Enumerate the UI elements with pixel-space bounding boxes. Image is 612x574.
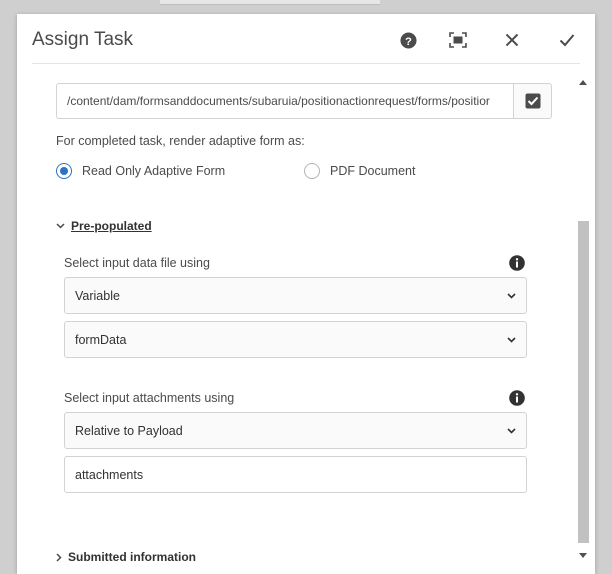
radio-label: Read Only Adaptive Form xyxy=(82,164,226,178)
chevron-down-icon xyxy=(507,427,516,434)
close-icon xyxy=(505,33,519,47)
info-icon[interactable] xyxy=(509,255,525,271)
svg-text:?: ? xyxy=(405,35,412,47)
chevron-down-icon xyxy=(507,336,516,343)
help-button[interactable]: ? xyxy=(395,27,421,53)
radio-label: PDF Document xyxy=(330,164,416,178)
done-button[interactable] xyxy=(554,27,580,53)
background-panel xyxy=(160,0,380,5)
fullscreen-icon xyxy=(449,32,467,48)
chevron-down-icon xyxy=(507,292,516,299)
submitted-info-label: Submitted information xyxy=(68,550,196,562)
attachments-mode-select[interactable]: Relative to Payload xyxy=(64,412,527,449)
scroll-up-arrow-icon[interactable] xyxy=(579,80,587,85)
form-path-input[interactable]: /content/dam/formsanddocuments/subaruia/… xyxy=(56,83,513,119)
prepopulated-label: Pre-populated xyxy=(71,219,152,233)
attachments-label: Select input attachments using xyxy=(64,391,235,405)
dialog-title: Assign Task xyxy=(32,29,134,50)
fullscreen-button[interactable] xyxy=(445,27,471,53)
chevron-down-icon xyxy=(56,223,65,229)
data-file-label: Select input data file using xyxy=(64,256,210,270)
radio-button[interactable] xyxy=(56,163,72,179)
chevron-right-icon xyxy=(56,552,62,562)
radio-read-only-form[interactable]: Read Only Adaptive Form xyxy=(56,163,225,179)
close-button[interactable] xyxy=(499,27,525,53)
path-browse-button[interactable] xyxy=(513,83,552,119)
help-icon: ? xyxy=(399,31,417,49)
select-value: Relative to Payload xyxy=(75,423,183,438)
radio-button[interactable] xyxy=(304,163,320,179)
scroll-down-arrow-icon[interactable] xyxy=(579,553,587,558)
dialog-content: /content/dam/formsanddocuments/subaruia/… xyxy=(17,76,577,562)
dialog-header: Assign Task ? xyxy=(17,14,595,64)
data-file-mode-select[interactable]: Variable xyxy=(64,277,527,314)
select-value: formData xyxy=(75,332,127,347)
render-as-label: For completed task, render adaptive form… xyxy=(56,134,305,148)
select-value: Variable xyxy=(75,288,120,303)
data-file-variable-select[interactable]: formData xyxy=(64,321,527,358)
content-scrollbar[interactable] xyxy=(576,76,591,562)
assign-task-dialog: Assign Task ? /content/dam/formsanddocum… xyxy=(17,14,595,574)
scroll-track[interactable] xyxy=(578,90,589,548)
header-divider xyxy=(32,63,580,64)
checkmark-icon xyxy=(559,34,575,47)
submitted-info-toggle[interactable]: Submitted information xyxy=(56,550,196,562)
scroll-thumb[interactable] xyxy=(578,221,589,543)
info-icon[interactable] xyxy=(509,390,525,406)
checkbox-checked-icon xyxy=(525,93,540,109)
prepopulated-toggle[interactable]: Pre-populated xyxy=(56,219,152,233)
radio-pdf-document[interactable]: PDF Document xyxy=(304,163,415,179)
attachments-path-input[interactable]: attachments xyxy=(64,456,527,493)
